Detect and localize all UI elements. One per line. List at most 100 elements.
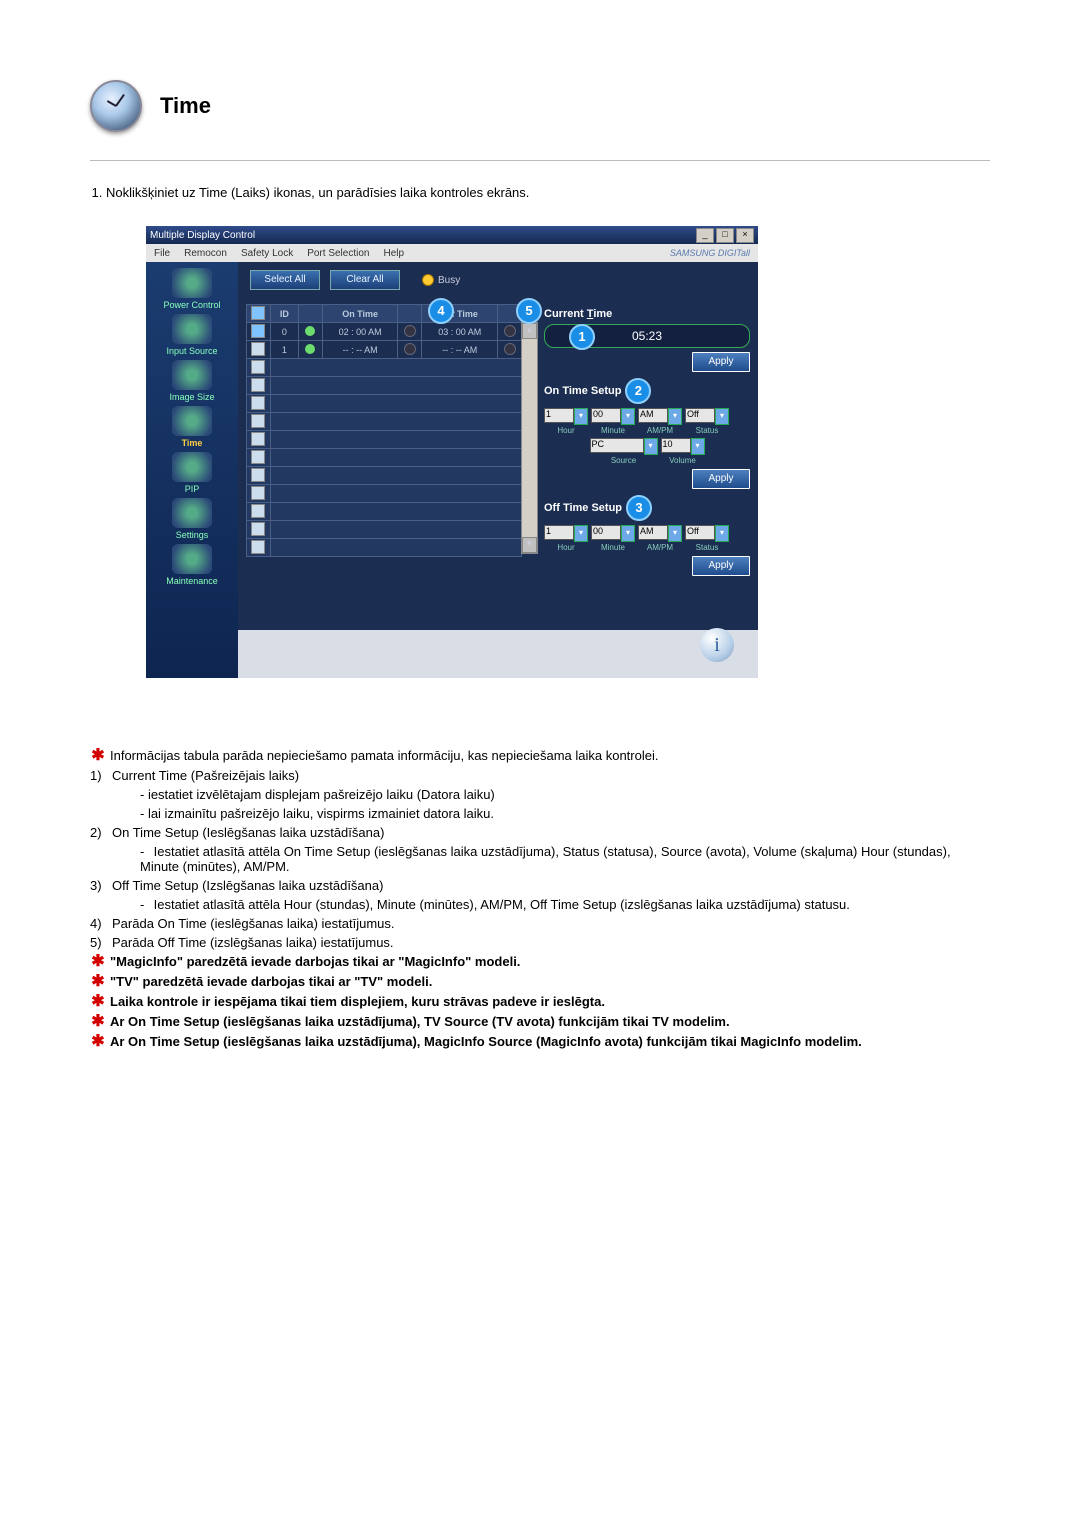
on-status-label: Status [696,426,719,435]
off-hour-input[interactable]: 1 [544,525,574,540]
th-check[interactable] [247,305,271,323]
on-source-input[interactable]: PC [590,438,644,453]
row1-ontime: -- : -- AM [322,341,398,359]
chevron-down-icon[interactable]: ▾ [621,408,635,425]
off-ampm-input[interactable]: AM [638,525,668,540]
apply-current-time-button[interactable]: Apply [692,352,750,372]
row-check[interactable] [251,396,265,410]
row-check[interactable] [251,486,265,500]
info-icon[interactable]: i [700,628,734,662]
clear-all-button[interactable]: Clear All [330,270,400,290]
menu-port-selection[interactable]: Port Selection [307,248,369,259]
row-check[interactable] [251,468,265,482]
busy-label: Busy [438,275,460,286]
star-icon: ✱ [91,1033,104,1050]
chevron-down-icon[interactable]: ▾ [668,525,682,542]
sidebar-item-time[interactable]: Time [172,406,212,448]
chevron-down-icon[interactable]: ▾ [621,525,635,542]
footer-bar [238,630,758,678]
on-ampm-input[interactable]: AM [638,408,668,423]
row0-offtime: 03 : 00 AM [422,323,498,341]
chevron-down-icon[interactable]: ▾ [715,525,729,542]
table-row[interactable]: 0 02 : 00 AM 03 : 00 AM [247,323,522,341]
menu-remocon[interactable]: Remocon [184,248,227,259]
row-check[interactable] [251,504,265,518]
sidebar-item-settings[interactable]: Settings [172,498,212,540]
row-check[interactable] [251,432,265,446]
sidebar-label-image: Image Size [169,392,214,402]
sidebar-item-image[interactable]: Image Size [169,360,214,402]
sidebar-label-time: Time [172,438,212,448]
on-volume-input[interactable]: 10 [661,438,691,453]
sidebar-item-input[interactable]: Input Source [166,314,217,356]
menu-help[interactable]: Help [383,248,404,259]
row-check[interactable] [251,360,265,374]
callout-1: 1 [569,324,595,350]
chevron-down-icon[interactable]: ▾ [691,438,705,455]
note-text: Parāda Off Time (izslēgšanas laika) iest… [112,935,990,950]
close-button[interactable]: × [736,228,754,243]
row-check[interactable] [251,450,265,464]
on-minute-input[interactable]: 00 [591,408,621,423]
chevron-down-icon[interactable]: ▾ [668,408,682,425]
th-ontime: On Time [322,305,398,323]
row-check[interactable] [251,414,265,428]
sidebar-item-maintenance[interactable]: Maintenance [166,544,218,586]
apply-on-time-button[interactable]: Apply [692,469,750,489]
note-number: 3) [90,878,112,893]
note-text: Current Time (Pašreizējais laiks) [112,768,990,783]
row1-g3-icon [504,343,516,355]
note-sub: - lai izmainītu pašreizējo laiku, vispir… [140,806,990,821]
chevron-down-icon[interactable]: ▾ [715,408,729,425]
row-check[interactable] [251,522,265,536]
on-status-input[interactable]: Off [685,408,715,423]
on-hour-input[interactable]: 1 [544,408,574,423]
star-note: Laika kontrole ir iespējama tikai tiem d… [110,994,990,1010]
row-check[interactable] [251,378,265,392]
note-number: 1) [90,768,112,783]
brand-label: SAMSUNG DIGITall [670,248,750,258]
chevron-down-icon[interactable]: ▾ [644,438,658,455]
table-row[interactable]: 1 -- : -- AM -- : -- AM [247,341,522,359]
scroll-down-icon[interactable]: ▼ [522,537,537,553]
input-source-icon [172,314,212,344]
callout-2: 2 [625,378,651,404]
note-number: 5) [90,935,112,950]
app-screenshot: Multiple Display Control _ □ × File Remo… [146,226,758,678]
clock-icon [90,80,142,132]
chevron-down-icon[interactable]: ▾ [574,408,588,425]
sidebar-label-pip: PIP [172,484,212,494]
row0-check[interactable] [251,324,265,338]
star-note: Ar On Time Setup (ieslēgšanas laika uzst… [110,1014,990,1030]
maximize-button[interactable]: □ [716,228,734,243]
chevron-down-icon[interactable]: ▾ [574,525,588,542]
main-area: Select All Clear All Busy 4 5 ID [238,262,758,678]
sidebar-item-pip[interactable]: PIP [172,452,212,494]
scroll-up-icon[interactable]: ▲ [522,323,537,339]
menu-file[interactable]: File [154,248,170,259]
note-text: Off Time Setup (Izslēgšanas laika uzstād… [112,878,990,893]
note-text: Parāda On Time (ieslēgšanas laika) iesta… [112,916,990,931]
current-time-display: 1 05:23 [544,324,750,348]
star-icon: ✱ [91,953,104,970]
sidebar-item-power[interactable]: Power Control [163,268,220,310]
note-sub: - Iestatiet atlasītā attēla Hour (stunda… [140,897,990,912]
power-control-icon [172,268,212,298]
note-sub: - Iestatiet atlasītā attēla On Time Setu… [140,844,990,874]
row1-check[interactable] [251,342,265,356]
select-all-button[interactable]: Select All [250,270,320,290]
minimize-button[interactable]: _ [696,228,714,243]
th-status2 [398,305,422,323]
star-note: "MagicInfo" paredzētā ievade darbojas ti… [110,954,990,970]
row-check[interactable] [251,540,265,554]
menu-safety-lock[interactable]: Safety Lock [241,248,293,259]
apply-off-time-button[interactable]: Apply [692,556,750,576]
off-status-input[interactable]: Off [685,525,715,540]
off-time-title: Off Time Setup 3 [544,495,750,521]
table-scrollbar[interactable]: ▲ ▼ [521,322,538,554]
sidebar-label-maintenance: Maintenance [166,576,218,586]
off-minute-label: Minute [601,543,625,552]
pip-icon [172,452,212,482]
callout-5: 5 [516,298,542,324]
off-minute-input[interactable]: 00 [591,525,621,540]
